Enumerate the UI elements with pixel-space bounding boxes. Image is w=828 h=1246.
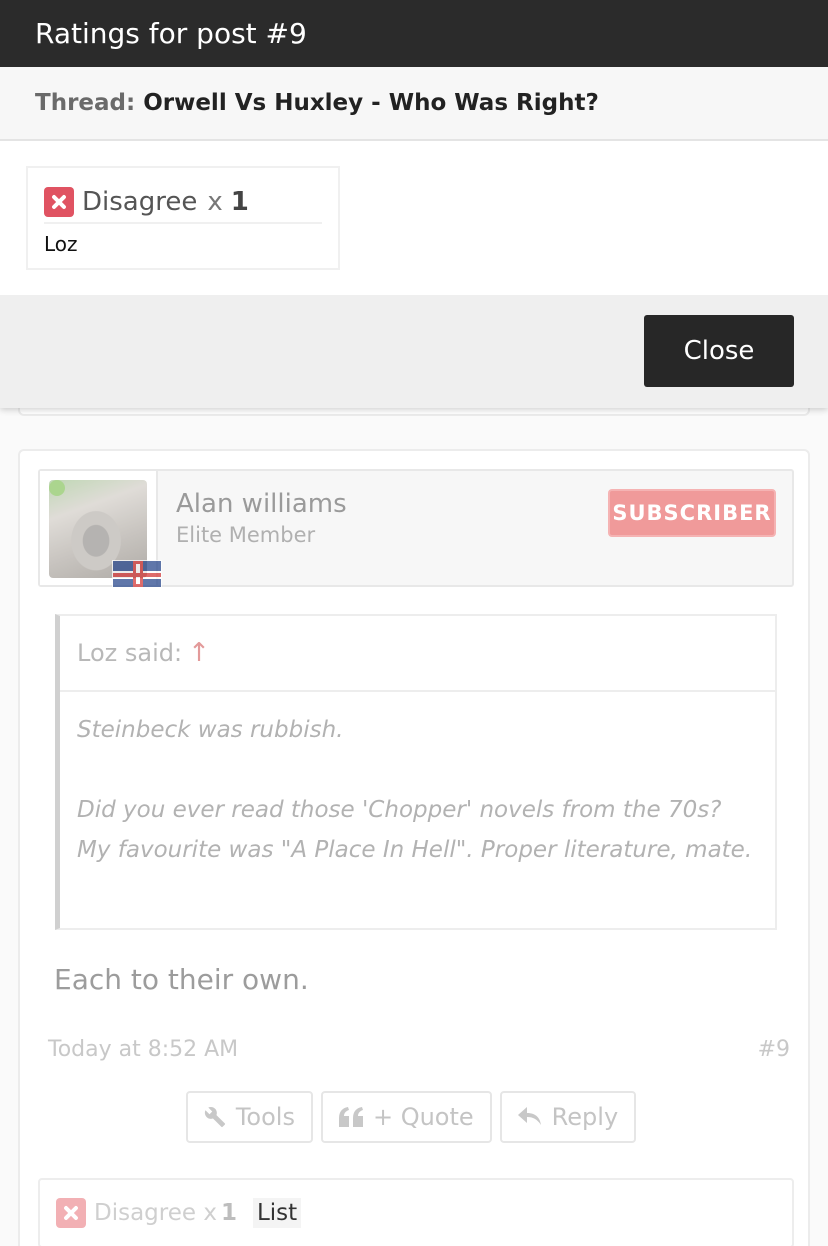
wrench-icon <box>204 1107 225 1128</box>
quote-author: Loz said: <box>77 639 183 667</box>
quote-block: Loz said: ↑ Steinbeck was rubbish. Did y… <box>55 614 777 930</box>
quote-icon <box>338 1107 363 1127</box>
post-number[interactable]: #9 <box>758 1037 790 1062</box>
online-indicator-icon <box>49 480 65 496</box>
disagree-icon <box>56 1198 86 1228</box>
rating-name: Disagree <box>82 187 198 217</box>
rating-count: 1 <box>220 1200 237 1226</box>
tools-button[interactable]: Tools <box>185 1091 313 1143</box>
rating-count: 1 <box>230 187 249 217</box>
author-name[interactable]: Alan williams <box>176 489 347 519</box>
quote-line: Steinbeck was rubbish. <box>77 717 344 743</box>
post-message: Each to their own. <box>54 963 309 996</box>
jump-to-quote-icon[interactable]: ↑ <box>188 638 210 668</box>
ratings-modal: Ratings for post #9 Thread: Orwell Vs Hu… <box>0 0 828 408</box>
post-date[interactable]: Today at 8:52 AM <box>48 1037 238 1062</box>
author-role: Elite Member <box>176 523 316 547</box>
subscriber-badge: SUBSCRIBER <box>608 489 776 537</box>
reply-button[interactable]: Reply <box>499 1091 637 1143</box>
reply-icon <box>517 1107 541 1125</box>
close-button[interactable]: Close <box>644 315 794 387</box>
rating-card-header: Disagree x 1 <box>44 182 322 224</box>
quote-body: Steinbeck was rubbish. Did you ever read… <box>60 692 775 870</box>
disagree-icon <box>44 187 74 217</box>
rating-label: Disagree x <box>94 1200 217 1226</box>
quote-header: Loz said: ↑ <box>60 616 775 692</box>
quote-label: + Quote <box>372 1103 474 1131</box>
ratings-list-link[interactable]: List <box>252 1198 302 1228</box>
modal-footer: Close <box>0 295 828 408</box>
rating-card-disagree: Disagree x 1 Loz <box>26 166 340 270</box>
avatar-container[interactable] <box>40 471 162 588</box>
quote-button[interactable]: + Quote <box>320 1091 492 1143</box>
reply-label: Reply <box>551 1103 619 1131</box>
thread-info: Thread: Orwell Vs Huxley - Who Was Right… <box>0 67 828 141</box>
modal-title: Ratings for post #9 <box>0 0 828 67</box>
tools-label: Tools <box>235 1103 295 1131</box>
rating-user-link[interactable]: Loz <box>44 232 78 256</box>
post-actions: Tools + Quote Reply <box>20 1091 808 1143</box>
author-block: Alan williams Elite Member SUBSCRIBER <box>38 469 794 588</box>
rating-multiplier: x <box>207 187 223 217</box>
post-9: Alan williams Elite Member SUBSCRIBER Lo… <box>18 449 810 1246</box>
thread-title-link[interactable]: Orwell Vs Huxley - Who Was Right? <box>143 90 599 116</box>
thread-prefix: Thread: <box>35 90 136 116</box>
uk-flag-icon <box>112 560 162 588</box>
post-ratings-bar: Disagree x 1 List <box>38 1178 794 1246</box>
quote-line: Did you ever read those 'Chopper' novels… <box>77 797 753 863</box>
